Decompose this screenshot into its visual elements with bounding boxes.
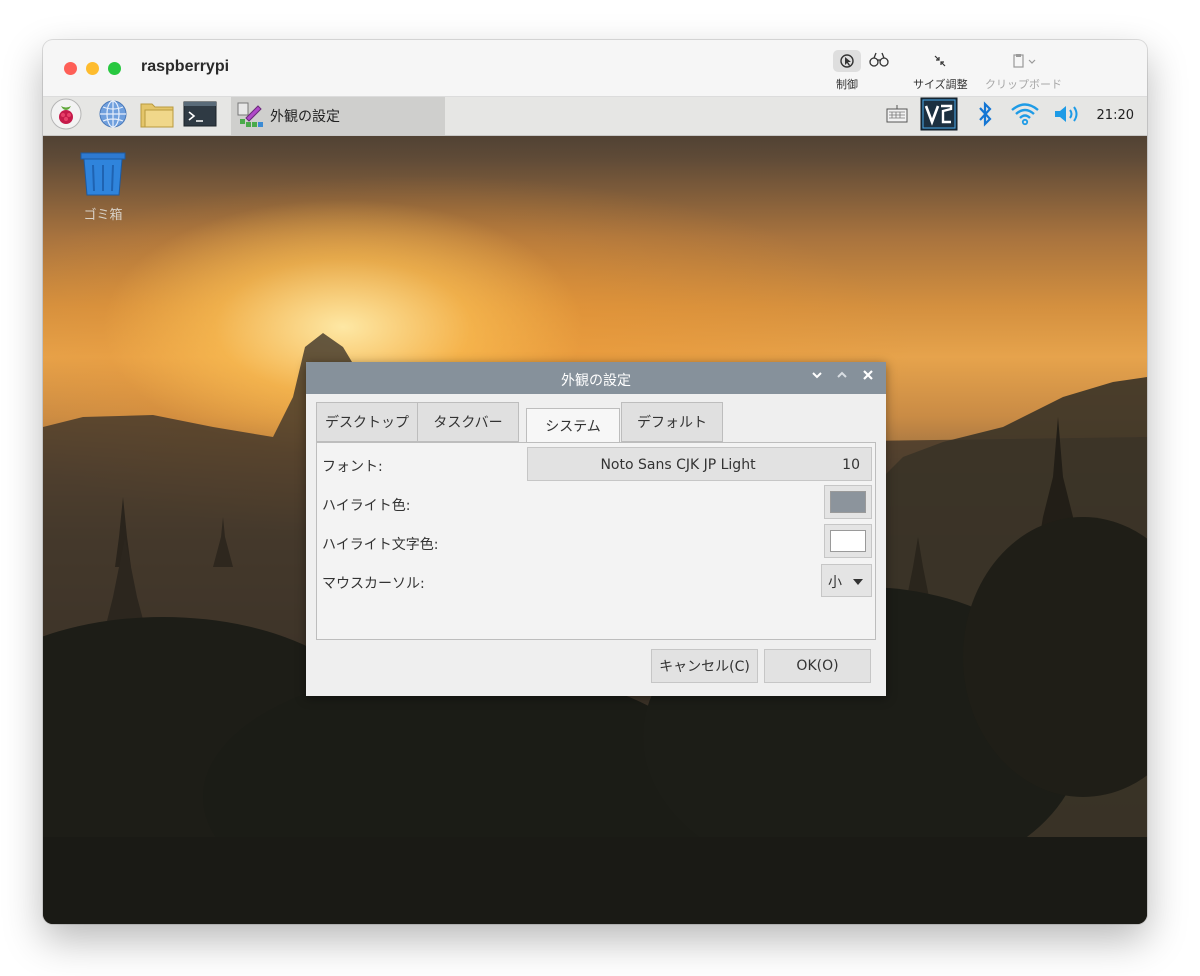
highlight-text-color-button[interactable] (824, 524, 872, 558)
highlight-color-label: ハイライト色: (322, 498, 411, 514)
trash-desktop-item[interactable]: ゴミ箱 (77, 151, 129, 223)
minimize-dialog-icon[interactable] (811, 369, 823, 385)
volume-tray[interactable] (1051, 97, 1085, 135)
trash-icon (79, 151, 127, 201)
raspberry-menu-icon (50, 98, 82, 134)
window-title: raspberrypi (141, 58, 230, 75)
tab-desktop[interactable]: デスクトップ (316, 402, 418, 442)
trash-label: ゴミ箱 (83, 208, 123, 223)
bluetooth-icon (976, 101, 994, 131)
resize-tool[interactable]: サイズ調整 (913, 50, 968, 92)
zoom-window-button[interactable] (108, 62, 121, 75)
raspberry-pi-desktop: 外観の設定 21:20 ゴミ箱 外観の設定 デスクトップ タスクバー システム … (43, 97, 1147, 924)
keyboard-tray[interactable] (883, 97, 911, 135)
mouse-cursor-size-select[interactable]: 小 (821, 564, 872, 597)
web-browser-button[interactable] (96, 100, 130, 132)
globe-icon (98, 99, 128, 133)
vnc-viewer-window: raspberrypi 制御 サイズ調整 クリップボード 外観の設定 21:20… (43, 40, 1147, 924)
highlight-text-color-label: ハイライト文字色: (322, 537, 439, 553)
clipboard-label: クリップボード (985, 78, 1062, 91)
shrink-icon (932, 50, 948, 72)
cancel-button[interactable]: キャンセル(C) (651, 649, 758, 683)
folder-icon (140, 100, 174, 132)
tab-taskbar[interactable]: タスクバー (417, 402, 519, 442)
highlight-color-swatch (830, 491, 866, 513)
minimize-window-button[interactable] (86, 62, 99, 75)
highlight-text-color-swatch (830, 530, 866, 552)
clipboard-tool[interactable]: クリップボード (985, 50, 1062, 92)
cursor-size-value: 小 (828, 575, 842, 591)
maximize-dialog-icon[interactable] (836, 369, 848, 385)
pointer-icon (833, 50, 861, 72)
close-dialog-icon[interactable] (862, 369, 874, 385)
control-label: 制御 (836, 78, 858, 91)
resize-label: サイズ調整 (913, 78, 968, 91)
terminal-button[interactable] (182, 100, 218, 132)
font-name: Noto Sans CJK JP Light (600, 457, 756, 473)
dropdown-arrow-icon (853, 579, 863, 585)
vnc-icon (920, 97, 958, 135)
wifi-icon (1010, 101, 1040, 131)
font-label: フォント: (322, 459, 383, 475)
highlight-color-button[interactable] (824, 485, 872, 519)
window-titlebar: raspberrypi 制御 サイズ調整 クリップボード (43, 40, 1147, 97)
dialog-titlebar[interactable]: 外観の設定 (306, 362, 886, 394)
bluetooth-tray[interactable] (973, 97, 997, 135)
raspberry-menu-button[interactable] (49, 98, 83, 134)
tab-defaults[interactable]: デフォルト (621, 402, 723, 442)
ok-button[interactable]: OK(O) (764, 649, 871, 683)
binoculars-icon[interactable] (869, 52, 889, 71)
tab-system[interactable]: システム (526, 408, 620, 442)
control-tool[interactable]: 制御 (833, 50, 889, 92)
lxde-taskbar: 外観の設定 21:20 (43, 97, 1147, 136)
wifi-tray[interactable] (1009, 97, 1041, 135)
dialog-title: 外観の設定 (561, 373, 631, 389)
clipboard-icon (1011, 50, 1037, 72)
mouse-cursor-label: マウスカーソル: (322, 576, 425, 592)
panel-clock[interactable]: 21:20 (1097, 108, 1134, 123)
file-manager-button[interactable] (139, 100, 175, 132)
close-window-button[interactable] (64, 62, 77, 75)
taskbar-item-label: 外観の設定 (270, 109, 340, 125)
terminal-icon (183, 100, 217, 132)
font-size: 10 (842, 457, 860, 473)
speaker-icon (1053, 103, 1083, 129)
keyboard-icon (885, 104, 909, 128)
appearance-settings-dialog: 外観の設定 デスクトップ タスクバー システム デフォルト フォント: Noto… (306, 362, 886, 696)
system-tab-panel: フォント: Noto Sans CJK JP Light 10 ハイライト色: … (316, 442, 876, 640)
font-chooser-button[interactable]: Noto Sans CJK JP Light 10 (527, 447, 872, 481)
taskbar-item-appearance[interactable]: 外観の設定 (231, 97, 445, 135)
appearance-settings-icon (236, 100, 266, 132)
vnc-server-tray[interactable] (919, 97, 959, 135)
